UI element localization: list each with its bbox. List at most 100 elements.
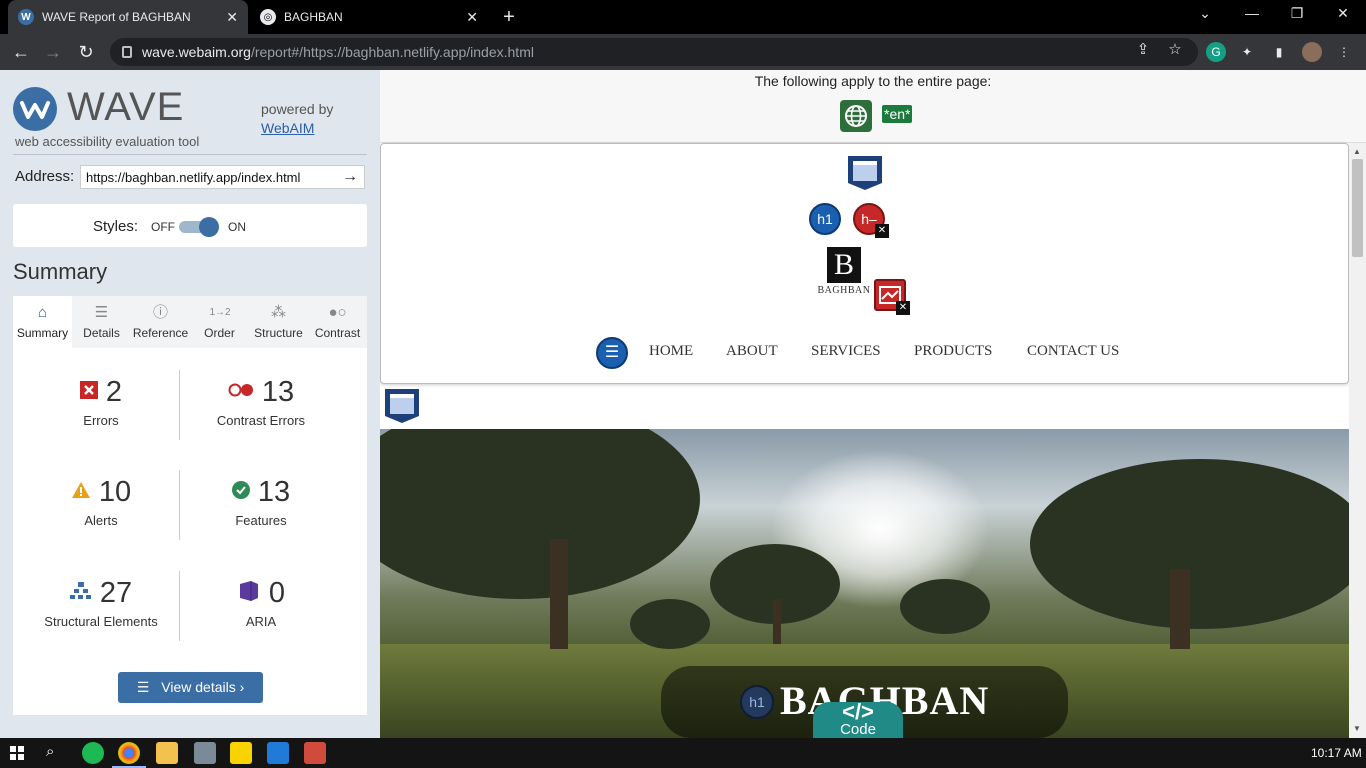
tab-details[interactable]: ☰ Details [72,296,131,348]
share-icon[interactable]: ⇪ [1134,40,1152,58]
tab-label: Structure [254,326,303,340]
language-badge[interactable]: *en* [882,105,913,123]
features-label: Features [235,513,287,528]
alerts-stat[interactable]: 10 Alerts [21,476,181,528]
close-tab-icon[interactable]: ✕ [226,9,238,26]
tab-structure[interactable]: ⁂ Structure [249,296,308,348]
h1-icon[interactable]: h1 [809,203,841,235]
entire-page-text: The following apply to the entire page: [754,73,992,89]
reload-icon[interactable]: ↻ [75,41,97,63]
tree-trunk [773,599,781,644]
tree-trunk [550,539,568,649]
view-details-button[interactable]: ☰ View details › [118,672,263,703]
file-explorer-icon[interactable] [156,742,178,764]
nav-home-link[interactable]: HOME [649,343,693,360]
menu-kebab-icon[interactable]: ⋮ [1334,42,1354,62]
view-details-label: View details › [161,679,245,695]
close-icon: ✕ [896,301,910,315]
scroll-up-icon[interactable]: ▲ [1353,147,1361,156]
aria-stat[interactable]: 0 ARIA [181,577,341,629]
divider [179,571,180,641]
aria-label: ARIA [245,614,277,629]
address-input[interactable]: https://baghban.netlify.app/index.html [80,165,365,189]
tab-baghban[interactable]: ◎ BAGHBAN ✕ [250,0,488,34]
code-button[interactable]: </> Code [813,699,903,738]
tab-label: Summary [16,326,69,340]
search-icon[interactable]: ⌕ [46,743,54,760]
toggle-off-label: OFF [151,220,175,234]
app-icon[interactable] [304,742,326,764]
profile-avatar[interactable] [1302,42,1322,62]
minimize-icon[interactable]: — [1240,5,1264,21]
main-landmark-icon[interactable] [384,388,420,424]
feature-check-icon [231,481,250,504]
chrome-icon[interactable] [118,742,140,764]
nav-contact-link[interactable]: CONTACT US [1027,343,1119,360]
tab-search-icon[interactable]: ⌄ [1193,5,1217,22]
baghban-logo[interactable]: B BAGHBAN [817,247,871,307]
bookmark-star-icon[interactable]: ☆ [1166,40,1184,58]
divider [179,470,180,540]
styles-toggle-knob[interactable] [199,217,219,237]
nav-about-link[interactable]: ABOUT [726,343,778,360]
contrast-errors-stat[interactable]: 13 Contrast Errors [181,376,341,428]
unordered-list-icon[interactable]: ☰ [596,337,628,369]
tree-canopy-small [900,579,990,634]
language-globe-icon[interactable] [840,100,872,132]
tab-reference[interactable]: ⓘ Reference [131,296,190,348]
sticky-notes-icon[interactable] [230,742,252,764]
go-arrow-icon[interactable]: → [342,168,358,186]
forward-icon[interactable]: → [42,41,64,63]
divider [179,370,180,440]
spotify-icon[interactable] [82,742,104,764]
url-host: wave.webaim.org [142,44,251,60]
lock-icon [122,46,132,58]
scroll-thumb[interactable] [1352,159,1363,257]
back-icon[interactable]: ← [10,41,32,63]
new-tab-icon[interactable]: + [498,6,520,28]
address-bar[interactable]: wave.webaim.org/report#/https://baghban.… [110,38,1198,66]
tab-wave-report[interactable]: W WAVE Report of BAGHBAN ✕ [8,0,248,34]
h1-icon[interactable]: h1 [740,685,774,719]
nav-services-link[interactable]: SERVICES [811,343,881,360]
tab-title: WAVE Report of BAGHBAN [42,10,191,24]
alerts-label: Alerts [84,513,118,528]
features-count: 13 [257,476,291,508]
tab-contrast[interactable]: ●○ Contrast [308,296,367,348]
code-icon: </> [842,699,874,724]
wave-subtitle: web accessibility evaluation tool [15,134,200,149]
close-window-icon[interactable]: ✕ [1331,5,1355,22]
side-panel-icon[interactable]: ▮ [1269,42,1289,62]
close-tab-icon[interactable]: ✕ [466,9,478,26]
wave-logo-text: WAVE [67,85,185,129]
grammarly-icon[interactable]: G [1206,42,1226,62]
tab-order[interactable]: 1→2 Order [190,296,249,348]
h1-badge-text: h1 [817,211,833,227]
info-icon: ⓘ [152,304,168,321]
webaim-link[interactable]: WebAIM [261,120,314,136]
vertical-scrollbar[interactable]: ▲ ▼ [1349,143,1366,738]
windows-start-icon[interactable] [10,746,24,760]
app-icon[interactable] [194,742,216,764]
structure-icon [69,582,92,605]
tree-canopy-left [380,429,700,599]
extensions-icon[interactable]: ✦ [1237,42,1257,62]
tab-summary[interactable]: ⌂ Summary [13,296,72,348]
nav-products-link[interactable]: PRODUCTS [914,343,992,360]
structural-stat[interactable]: 27 Structural Elements [21,577,181,629]
toggle-on-label: ON [228,220,246,234]
vscode-icon[interactable] [267,742,289,764]
contrast-errors-count: 13 [261,376,295,408]
scroll-down-icon[interactable]: ▼ [1353,724,1361,733]
tree-canopy-small [630,599,710,649]
address-label: Address: [15,168,75,185]
logo-letter: B [827,247,861,283]
errors-label: Errors [83,413,119,428]
restore-icon[interactable]: ❐ [1285,5,1309,22]
features-stat[interactable]: 13 Features [181,476,341,528]
errors-stat[interactable]: 2 Errors [21,376,181,428]
header-landmark-icon[interactable] [847,155,883,191]
code-label: Code [840,721,876,738]
aria-count: 0 [268,577,286,609]
contrast-icon: ●○ [328,304,347,321]
